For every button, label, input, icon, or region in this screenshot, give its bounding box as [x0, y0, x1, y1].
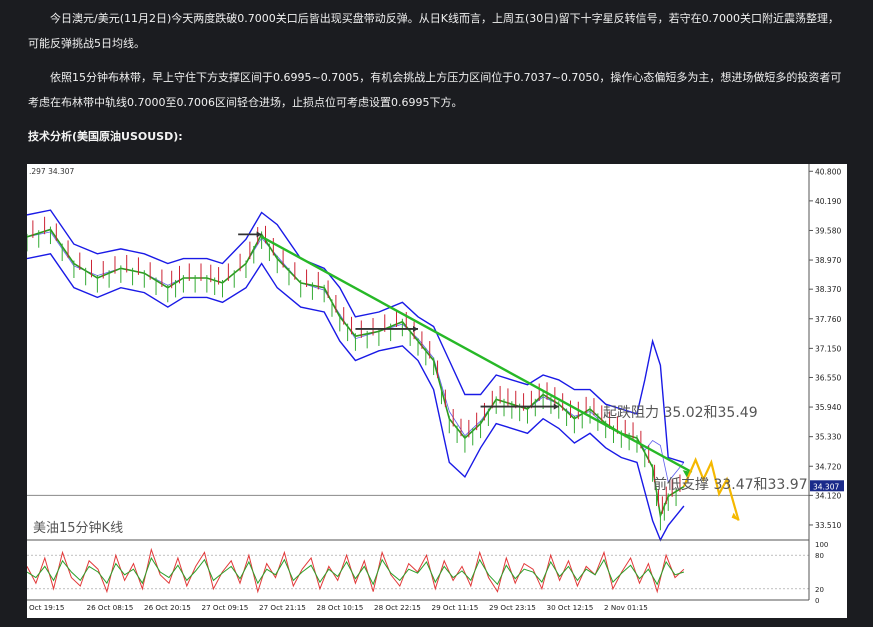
x-tick-label: 29 Oct 11:15	[432, 603, 479, 612]
x-tick-label: 26 Oct 08:15	[87, 603, 134, 612]
resistance-annotation: 起跌阻力 35.02和35.49	[603, 405, 758, 421]
chart-svg: 100 80 20 0 40.800 40.190 39.580 38.970 38.370 3…	[27, 164, 844, 612]
resistance-trendline	[261, 235, 693, 474]
x-tick-label: 28 Oct 22:15	[374, 603, 421, 612]
x-tick-label: 29 Oct 23:15	[489, 603, 536, 612]
support-annotation: 前低支撑 33.47和33.97	[653, 476, 808, 493]
osc-tick-label: 80	[815, 552, 824, 560]
x-tick-label: 28 Oct 10:15	[317, 603, 364, 612]
lower-bollinger-band	[27, 253, 685, 542]
x-tick-label: 30 Oct 12:15	[547, 603, 594, 612]
y-tick-label: 39.580	[815, 226, 841, 235]
article-paragraph-2: 依照15分钟布林带，早上守住下方支撑区间于0.6995~0.7005，有机会挑战…	[28, 71, 842, 109]
section-heading: 技术分析(美国原油USOUSD):	[28, 130, 183, 143]
x-tick-label: 27 Oct 21:15	[259, 603, 306, 612]
y-tick-label: 33.510	[815, 521, 841, 530]
y-tick-label: 36.550	[815, 373, 841, 382]
level-mark-arrowhead	[413, 325, 418, 332]
oil-chart-image: 100 80 20 0 40.800 40.190 39.580 38.970 38.370 3…	[27, 164, 847, 618]
y-tick-label: 34.720	[815, 462, 841, 471]
y-tick-label: 40.800	[815, 167, 841, 176]
x-tick-label: Oct 19:15	[29, 603, 64, 612]
x-tick-label: 26 Oct 20:15	[144, 603, 191, 612]
y-tick-label: 34.120	[815, 491, 841, 500]
y-tick-label: 38.370	[815, 285, 841, 294]
series-label: 美油15分钟K线	[33, 520, 123, 536]
y-tick-label: 38.970	[815, 256, 841, 265]
current-price-label: 34.307	[813, 482, 839, 491]
osc-tick-label: 20	[815, 586, 824, 594]
x-tick-label: 27 Oct 09:15	[202, 603, 249, 612]
y-tick-label: 40.190	[815, 197, 841, 206]
osc-tick-label: 0	[815, 597, 819, 605]
y-tick-label: 37.150	[815, 344, 841, 353]
oscillator-line	[27, 556, 685, 586]
price-line	[27, 228, 685, 519]
osc-tick-label: 100	[815, 541, 828, 549]
article-paragraph-1: 今日澳元/美元(11月2日)今天两度跌破0.7000关口后皆出现买盘带动反弹。从…	[28, 12, 840, 50]
y-tick-label: 37.760	[815, 315, 841, 324]
y-tick-label: 35.330	[815, 433, 841, 442]
top-readout: .297 34.307	[29, 167, 75, 176]
x-tick-label: 2 Nov 01:15	[604, 603, 648, 612]
y-tick-label: 35.940	[815, 403, 841, 412]
